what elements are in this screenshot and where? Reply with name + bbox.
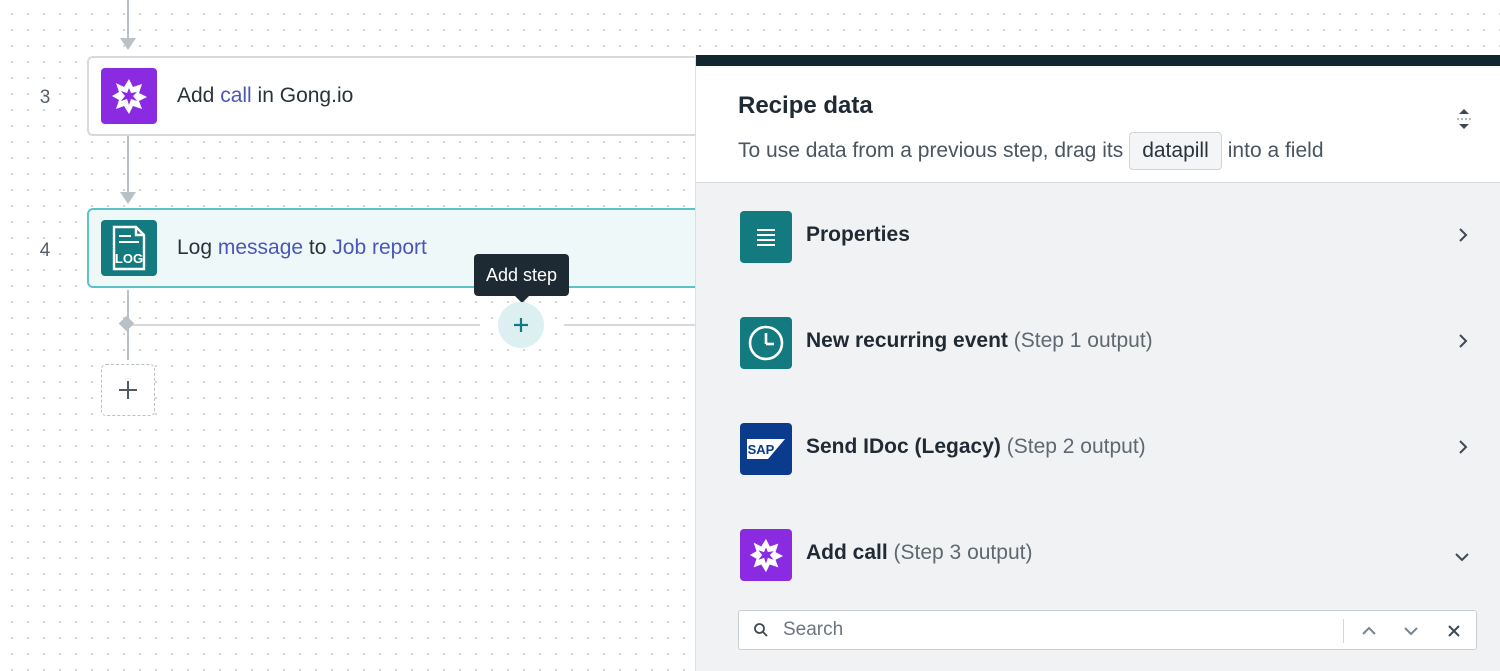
list-icon <box>740 211 792 263</box>
search-divider <box>1343 619 1344 643</box>
chevron-down-icon <box>1454 549 1470 567</box>
panel-title: Recipe data <box>738 92 873 119</box>
chevron-up-icon <box>1362 626 1376 635</box>
svg-text:LOG: LOG <box>115 251 143 266</box>
step-title-part: Add <box>177 84 221 107</box>
section-title: Send IDoc (Legacy) <box>806 435 1001 458</box>
close-icon <box>1448 625 1460 637</box>
step-title-part: to <box>303 236 333 259</box>
section-label: Add call (Step 3 output) <box>806 541 1032 565</box>
add-step-tooltip: Add step <box>474 254 570 303</box>
svg-text:SAP: SAP <box>748 442 775 457</box>
gong-icon <box>101 68 157 124</box>
panel-subtitle: To use data from a previous step, drag i… <box>738 132 1324 170</box>
branch-node <box>118 315 135 332</box>
previous-result-button[interactable] <box>1357 619 1381 643</box>
next-result-button[interactable] <box>1399 619 1423 643</box>
add-step-placeholder[interactable] <box>101 364 155 416</box>
chevron-right-icon <box>1458 439 1468 460</box>
section-label: New recurring event (Step 1 output) <box>806 329 1153 353</box>
step-title-part: Log <box>177 236 218 259</box>
plus-icon <box>119 381 137 399</box>
section-label: Send IDoc (Legacy) (Step 2 output) <box>806 435 1146 459</box>
step-title-part: in Gong.io <box>251 84 354 107</box>
chevron-right-icon <box>1458 333 1468 354</box>
connector-arrow <box>120 38 136 50</box>
branch-line <box>128 324 480 326</box>
step-card-3[interactable]: Add call in Gong.io <box>87 56 727 136</box>
branch-line <box>564 324 695 326</box>
recipe-data-panel: Recipe data To use data from a previous … <box>695 55 1500 671</box>
section-suffix: (Step 3 output) <box>893 541 1033 564</box>
resize-icon[interactable] <box>1454 106 1474 137</box>
subtitle-text: into a field <box>1227 139 1324 162</box>
search-input[interactable] <box>783 611 1323 649</box>
connector-line <box>127 136 129 194</box>
datapill-example: datapill <box>1129 132 1222 170</box>
search-field <box>738 610 1477 650</box>
recipe-canvas: 3 Add call in Gong.io 4 LOG Log message … <box>0 0 727 671</box>
step-title: Add call in Gong.io <box>177 84 353 108</box>
step-number: 3 <box>39 87 51 108</box>
chevron-down-icon <box>1404 627 1418 636</box>
step-title: Log message to Job report <box>177 236 427 260</box>
gong-icon <box>740 529 792 581</box>
section-title: Properties <box>806 223 910 246</box>
section-label: Properties <box>806 223 910 247</box>
add-step-button[interactable] <box>498 302 544 348</box>
plus-icon <box>514 318 528 332</box>
section-add-call[interactable]: Add call (Step 3 output) <box>696 503 1500 603</box>
clock-icon <box>740 317 792 369</box>
connector-line <box>127 0 129 40</box>
section-properties[interactable]: Properties <box>696 185 1500 285</box>
search-icon <box>753 622 769 643</box>
step-number: 4 <box>39 240 51 261</box>
section-suffix: (Step 2 output) <box>1006 435 1146 458</box>
step-title-link[interactable]: Job report <box>332 236 427 259</box>
section-title: New recurring event <box>806 329 1008 352</box>
chevron-right-icon <box>1458 227 1468 248</box>
sap-icon: SAP <box>740 423 792 475</box>
panel-header: Recipe data To use data from a previous … <box>696 66 1500 183</box>
clear-search-button[interactable] <box>1442 619 1466 643</box>
section-send-idoc[interactable]: SAP Send IDoc (Legacy) (Step 2 output) <box>696 397 1500 497</box>
log-icon: LOG <box>101 220 157 276</box>
panel-top-bar <box>696 55 1500 66</box>
connector-arrow <box>120 192 136 204</box>
step-card-4[interactable]: LOG Log message to Job report <box>87 208 727 288</box>
subtitle-text: To use data from a previous step, drag i… <box>738 139 1124 162</box>
step-title-link[interactable]: call <box>220 84 252 107</box>
section-suffix: (Step 1 output) <box>1013 329 1153 352</box>
section-title: Add call <box>806 541 888 564</box>
section-new-recurring-event[interactable]: New recurring event (Step 1 output) <box>696 291 1500 391</box>
step-title-link[interactable]: message <box>218 236 303 259</box>
